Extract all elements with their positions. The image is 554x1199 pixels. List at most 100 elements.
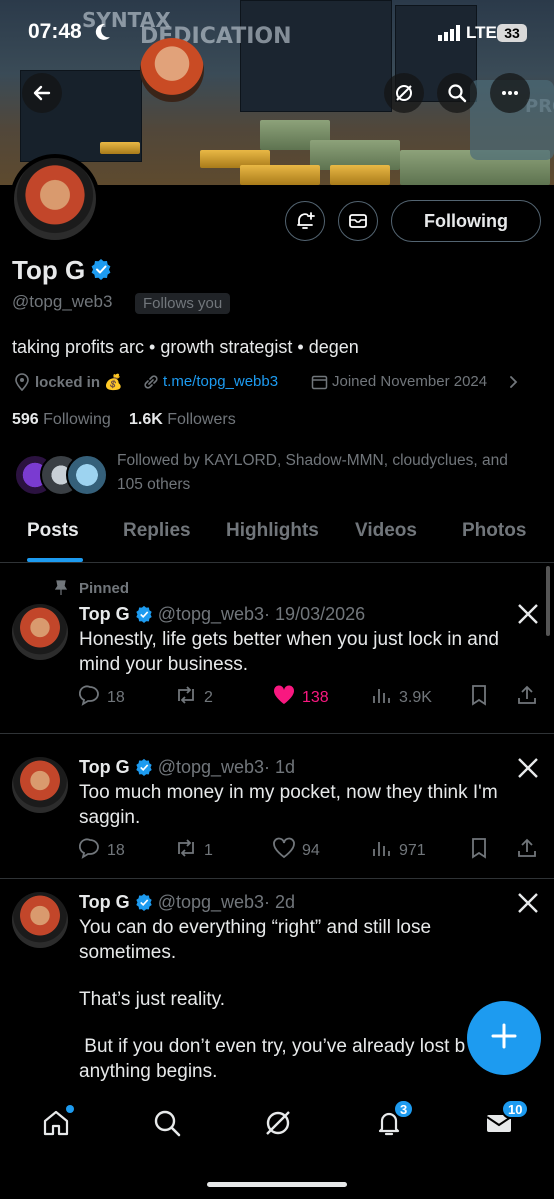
tweet-text: You can do everything “right” and still … [79, 915, 519, 1084]
tweet-text-line: anything begins. [79, 1061, 218, 1082]
scrollbar[interactable] [546, 566, 550, 636]
tweet-text-line: But if you don’t even try, you’ve alread… [79, 1036, 466, 1057]
tabs-divider [0, 562, 554, 563]
followed-by-text[interactable]: Followed by KAYLORD, Shadow-MMN, cloudyc… [117, 449, 537, 497]
calendar-icon [311, 374, 328, 390]
like-button[interactable]: 94 [272, 837, 320, 864]
tab-posts[interactable]: Posts [27, 520, 79, 542]
tweet-text-line: That’s just reality. [79, 989, 226, 1010]
profile-link[interactable]: t.me/topg_webb3 [163, 373, 278, 390]
grok-icon [263, 1108, 293, 1143]
signal-icon [438, 25, 462, 41]
tweet-text-line: You can do everything “right” and still … [79, 917, 432, 938]
share-button[interactable] [516, 837, 538, 864]
search-button[interactable] [437, 73, 477, 113]
home-icon [41, 1108, 71, 1143]
tab-replies[interactable]: Replies [123, 520, 191, 542]
profile-avatar[interactable] [10, 154, 100, 244]
bookmark-button[interactable] [469, 684, 489, 711]
tweet-actions: 18 1 94 971 [78, 837, 539, 864]
verified-badge-icon [135, 605, 153, 628]
views-icon [371, 684, 393, 711]
envelope-icon [347, 210, 369, 232]
status-time: 07:48 [28, 20, 82, 43]
share-icon [516, 685, 538, 710]
share-icon [516, 838, 538, 863]
verified-badge-icon [90, 258, 112, 280]
tweet-avatar[interactable] [12, 604, 68, 660]
retweet-count: 2 [204, 688, 213, 706]
tweet-actions: 18 2 138 3.9K [78, 684, 539, 711]
tweet-author-name: Top G [79, 892, 130, 912]
tweet-avatar[interactable] [12, 757, 68, 813]
moon-icon [92, 22, 112, 42]
followers-stat[interactable]: 1.6K Followers [129, 411, 236, 429]
reply-icon [78, 837, 101, 864]
tweet-time: · 19/03/2026 [264, 604, 366, 624]
tweet-author-handle: @topg_web3 [157, 892, 265, 912]
back-button[interactable] [22, 73, 62, 113]
following-label: Following [43, 411, 111, 428]
tab-videos[interactable]: Videos [355, 520, 417, 542]
tweet-text-line: sometimes. [79, 942, 177, 963]
like-button[interactable]: 138 [272, 684, 329, 711]
retweet-icon [174, 684, 198, 711]
notify-button[interactable] [285, 201, 325, 241]
retweet-count: 1 [204, 841, 213, 859]
link-icon [142, 374, 160, 390]
battery-indicator: 33 [497, 24, 527, 42]
grok-icon [394, 83, 414, 103]
tweet-header: Top G @topg_web3· 19/03/2026 [79, 604, 365, 628]
following-stat[interactable]: 596 Following [12, 411, 111, 429]
more-button[interactable] [490, 73, 530, 113]
following-button[interactable]: Following [391, 200, 541, 242]
home-indicator[interactable] [207, 1182, 347, 1187]
following-count: 596 [12, 411, 39, 428]
x-logo-icon[interactable] [517, 603, 539, 625]
tweet-avatar[interactable] [12, 892, 68, 948]
followers-label: Followers [167, 411, 236, 428]
profile-name: Top G [12, 255, 86, 285]
grok-button[interactable] [384, 73, 424, 113]
x-logo-icon[interactable] [517, 757, 539, 779]
nav-notifications[interactable]: 3 [369, 1099, 415, 1145]
message-button[interactable] [338, 201, 378, 241]
search-icon [447, 83, 467, 103]
tweet-time: · 2d [264, 892, 296, 912]
tweet-text: Honestly, life gets better when you just… [79, 629, 499, 675]
tab-highlights[interactable]: Highlights [226, 520, 319, 542]
retweet-button[interactable]: 2 [174, 684, 213, 711]
reply-button[interactable]: 18 [78, 837, 125, 864]
search-icon [152, 1108, 182, 1143]
reply-button[interactable]: 18 [78, 684, 125, 711]
unread-dot [66, 1105, 74, 1113]
bookmark-button[interactable] [469, 837, 489, 864]
network-label: LTE [466, 23, 497, 42]
nav-grok[interactable] [258, 1105, 298, 1145]
x-logo-icon[interactable] [517, 892, 539, 914]
nav-messages[interactable]: 10 [479, 1099, 530, 1145]
nav-search[interactable] [147, 1105, 187, 1145]
tab-photos[interactable]: Photos [462, 520, 526, 542]
bookmark-icon [469, 685, 489, 710]
reply-count: 18 [107, 688, 125, 706]
reply-count: 18 [107, 841, 125, 859]
views-count: 3.9K [399, 688, 432, 706]
pinned-label: Pinned [79, 580, 130, 597]
retweet-button[interactable]: 1 [174, 837, 213, 864]
pin-icon [55, 580, 67, 596]
bell-plus-icon [294, 210, 316, 232]
nav-home[interactable] [36, 1105, 76, 1145]
verified-badge-icon [135, 893, 153, 916]
views-button[interactable]: 3.9K [371, 684, 432, 711]
chevron-right-icon[interactable] [508, 375, 518, 389]
tweet-author-name: Top G [79, 757, 130, 777]
followed-by-avatars[interactable] [14, 454, 108, 496]
tweet-text: Too much money in my pocket, now they th… [79, 782, 498, 828]
follower-avatar [66, 454, 108, 496]
more-icon [500, 83, 520, 103]
views-button[interactable]: 971 [371, 837, 426, 864]
share-button[interactable] [516, 684, 538, 711]
compose-button[interactable] [467, 1001, 541, 1075]
tweet-time: · 1d [264, 757, 296, 777]
